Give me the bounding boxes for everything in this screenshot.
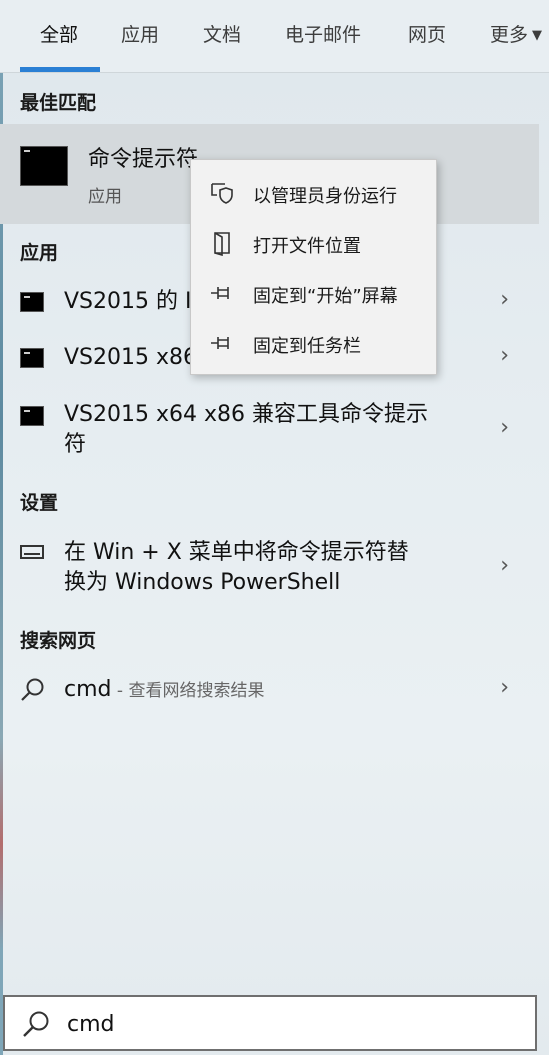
app-item-label: VS2015 x64 x86 兼容工具命令提示 xyxy=(64,402,429,427)
web-search-item[interactable]: cmd - 查看网络搜索结果 › xyxy=(0,668,539,712)
chevron-right-icon: › xyxy=(500,287,509,312)
chevron-right-icon: › xyxy=(500,675,509,700)
menu-item-label: 打开文件位置 xyxy=(253,236,361,257)
tab-all[interactable]: 全部 xyxy=(40,20,78,47)
settings-display-icon xyxy=(20,545,44,559)
app-item-label: VS2015 x86 xyxy=(64,345,198,370)
command-prompt-icon xyxy=(20,348,44,368)
pin-icon xyxy=(211,287,229,299)
tab-documents[interactable]: 文档 xyxy=(203,20,241,47)
search-bar xyxy=(3,995,537,1051)
tab-email[interactable]: 电子邮件 xyxy=(285,20,361,47)
best-match-title: 命令提示符 xyxy=(88,147,199,172)
folder-icon xyxy=(214,232,230,256)
tab-more[interactable]: 更多 ▼ xyxy=(490,20,542,47)
app-item-vs2015-3[interactable]: VS2015 x64 x86 兼容工具命令提示 符 › xyxy=(0,396,539,466)
tab-more-label: 更多 xyxy=(490,24,529,46)
section-apps: 应用 xyxy=(20,242,59,264)
section-web: 搜索网页 xyxy=(20,630,97,652)
web-search-text: cmd - 查看网络搜索结果 xyxy=(64,675,264,706)
settings-item-line2: 换为 Windows PowerShell xyxy=(64,570,341,595)
menu-item-open-location[interactable]: 打开文件位置 xyxy=(191,220,436,266)
section-settings: 设置 xyxy=(20,492,59,514)
menu-item-pin-taskbar[interactable]: 固定到任务栏 xyxy=(191,320,436,366)
settings-item-line1: 在 Win + X 菜单中将命令提示符替 xyxy=(64,540,409,565)
chevron-right-icon: › xyxy=(500,343,509,368)
command-prompt-icon xyxy=(20,406,44,426)
menu-item-run-as-admin[interactable]: 以管理员身份运行 xyxy=(191,170,436,216)
pin-icon xyxy=(211,337,229,349)
chevron-right-icon: › xyxy=(500,553,509,578)
context-menu: 以管理员身份运行 打开文件位置 固定到“开始”屏幕 固定到任务栏 xyxy=(190,159,437,375)
web-search-desc: - 查看网络搜索结果 xyxy=(111,681,265,701)
filter-tabs: 全部 应用 文档 电子邮件 网页 更多 ▼ xyxy=(0,0,549,73)
web-search-query: cmd xyxy=(64,677,112,702)
settings-item-powershell[interactable]: 在 Win + X 菜单中将命令提示符替 换为 Windows PowerShe… xyxy=(0,534,539,602)
menu-item-label: 以管理员身份运行 xyxy=(253,186,397,207)
command-prompt-icon xyxy=(20,292,44,312)
search-input[interactable] xyxy=(65,1005,509,1043)
best-match-subtitle: 应用 xyxy=(88,187,122,207)
search-icon xyxy=(21,678,44,701)
command-prompt-icon xyxy=(20,146,68,186)
menu-item-label: 固定到“开始”屏幕 xyxy=(253,286,398,307)
search-icon xyxy=(23,1011,49,1037)
section-best-match: 最佳匹配 xyxy=(20,92,97,114)
tab-apps[interactable]: 应用 xyxy=(121,20,159,47)
menu-item-pin-start[interactable]: 固定到“开始”屏幕 xyxy=(191,270,436,316)
shield-icon xyxy=(211,183,233,204)
chevron-down-icon: ▼ xyxy=(532,28,543,43)
app-item-label-line2: 符 xyxy=(64,432,87,457)
menu-item-label: 固定到任务栏 xyxy=(253,336,361,357)
chevron-right-icon: › xyxy=(500,415,509,440)
tab-web[interactable]: 网页 xyxy=(408,20,446,47)
app-item-label: VS2015 的 I xyxy=(64,289,192,314)
active-tab-indicator xyxy=(20,67,100,72)
